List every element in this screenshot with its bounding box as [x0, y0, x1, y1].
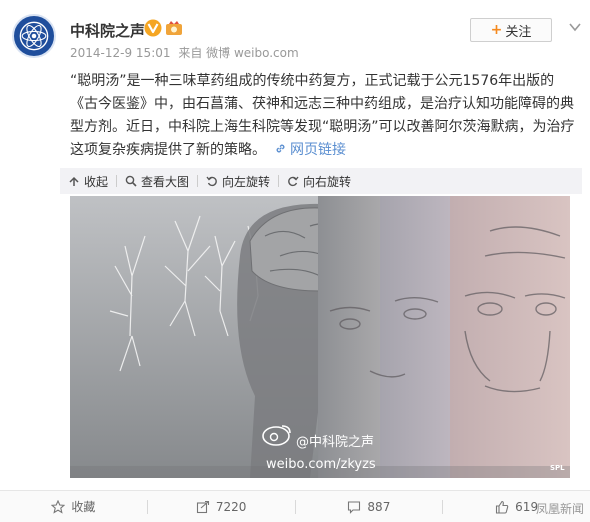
collapse-icon	[69, 176, 79, 186]
verified-icon	[144, 19, 162, 37]
rotate-right-icon	[288, 176, 299, 187]
link-icon[interactable]	[274, 142, 287, 155]
plus-icon: +	[490, 22, 503, 38]
web-link[interactable]: 网页链接	[290, 142, 346, 158]
follow-label: 关注	[505, 24, 532, 40]
view-large-button[interactable]: 查看大图	[117, 168, 197, 194]
follow-button[interactable]: + 关注	[470, 18, 552, 42]
comment-button[interactable]: 887	[296, 491, 443, 522]
chevron-down-icon[interactable]	[569, 22, 581, 32]
post-date[interactable]: 2014-12-9 15:01	[70, 46, 171, 60]
watermark-handle: @中科院之声	[296, 435, 374, 450]
repost-button[interactable]: 7220	[148, 491, 295, 522]
collapse-button[interactable]: 收起	[60, 168, 116, 194]
favorite-label: 收藏	[71, 500, 96, 514]
comment-icon	[348, 500, 361, 514]
cas-logo-icon	[14, 16, 54, 56]
post-meta: 2014-12-9 15:01 来自 微博 weibo.com	[70, 44, 303, 61]
rotate-right-label: 向右旋转	[303, 174, 352, 189]
view-large-label: 查看大图	[141, 174, 190, 189]
watermark-url: weibo.com/zkyzs	[266, 457, 376, 472]
medal-icon[interactable]	[165, 20, 183, 36]
post-image[interactable]: @中科院之声 weibo.com/zkyzs SPL	[70, 196, 570, 478]
favorite-button[interactable]: 收藏	[0, 491, 147, 522]
alzheimer-illustration: @中科院之声 weibo.com/zkyzs SPL	[70, 196, 570, 478]
avatar[interactable]	[12, 14, 56, 58]
corner-watermark: 凤凰新闻	[535, 502, 584, 516]
account-name[interactable]: 中科院之声	[70, 20, 145, 41]
repost-count: 7220	[215, 499, 247, 514]
rotate-left-icon	[206, 176, 217, 187]
thumbs-up-icon	[496, 500, 509, 514]
search-icon	[125, 175, 137, 187]
post-source[interactable]: 来自 微博 weibo.com	[178, 46, 298, 60]
repost-icon	[196, 500, 209, 513]
star-icon	[51, 499, 66, 514]
rotate-left-label: 向左旋转	[222, 174, 271, 189]
comment-count: 887	[367, 499, 391, 514]
like-count: 619	[515, 499, 539, 514]
collapse-label: 收起	[84, 174, 109, 189]
rotate-right-button[interactable]: 向右旋转	[279, 168, 359, 194]
image-credit: SPL	[550, 464, 565, 472]
media-toolbar: 收起 查看大图 向左旋转 向右旋转	[60, 168, 582, 194]
action-bar: 收藏 7220 887 619	[0, 490, 590, 522]
weibo-post-card: 中科院之声 2014-12-9 15:01 来自 微博 weibo.com + …	[0, 0, 590, 522]
rotate-left-button[interactable]: 向左旋转	[198, 168, 278, 194]
post-text: “聪明汤”是一种三味草药组成的传统中药复方，正式记载于公元1576年出版的《古今…	[70, 70, 578, 162]
